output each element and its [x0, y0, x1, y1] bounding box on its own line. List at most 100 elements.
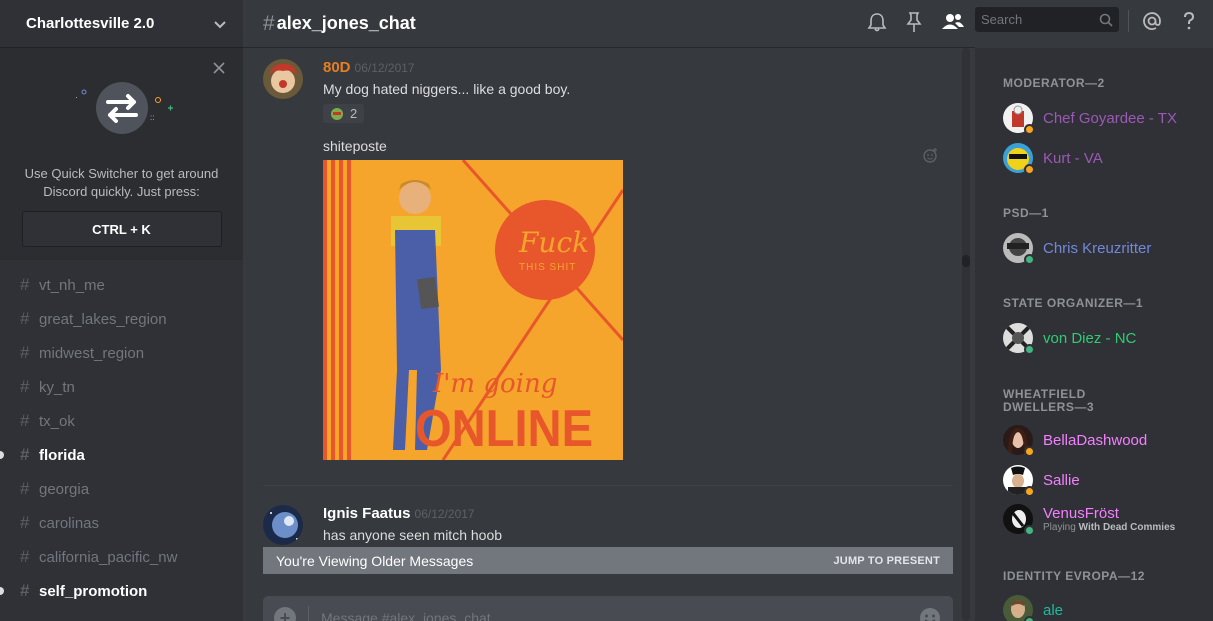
shortcut-key: CTRL + K: [21, 211, 222, 247]
channel-item[interactable]: # self_promotion: [0, 574, 243, 608]
role-header: IDENTITY EVROPA—12: [1003, 569, 1145, 583]
channel-item[interactable]: # vt_nh_me: [0, 268, 243, 302]
status-idle-icon: [1024, 486, 1035, 497]
member-name: BellaDashwood: [1043, 431, 1148, 449]
role-header: STATE ORGANIZER—1: [1003, 296, 1144, 310]
hash-icon: #: [20, 479, 30, 498]
member-list: MODERATOR—2 Chef Goyardee - TX Kurt - VA…: [975, 48, 1213, 621]
message: 80D 06/12/2017 My dog hated niggers... li…: [263, 59, 953, 460]
message-text: has anyone seen mitch hoob: [323, 527, 503, 543]
channel-item[interactable]: # tx_ok: [0, 404, 243, 438]
avatar: [1003, 143, 1035, 175]
member-item[interactable]: Chris Kreuzritter: [1003, 233, 1151, 265]
message-list[interactable]: 80D 06/12/2017 My dog hated niggers... li…: [243, 49, 975, 621]
status-online-icon: [1024, 254, 1035, 265]
role-header: WHEATFIELD DWELLERS—3: [1003, 388, 1094, 414]
channel-name: georgia: [39, 480, 90, 498]
quick-switcher-tip: · :: Use Quick Switcher to get around Di…: [0, 48, 243, 260]
pepe-emoji-icon: [331, 107, 343, 120]
message-divider: [263, 485, 953, 486]
member-item[interactable]: Sallie: [1003, 465, 1080, 497]
hash-icon: #: [20, 309, 30, 328]
member-name: ale: [1043, 601, 1064, 619]
jump-to-present-button[interactable]: JUMP TO PRESENT: [833, 555, 940, 567]
scrollbar-track[interactable]: [962, 48, 970, 621]
channel-name: ky_tn: [39, 378, 75, 396]
channel-item[interactable]: # georgia: [0, 472, 243, 506]
status-online-icon: [1024, 344, 1035, 355]
hash-icon: #: [20, 581, 30, 600]
avatar: [1003, 425, 1035, 457]
composer-divider: [308, 606, 309, 621]
avatar: [1003, 103, 1035, 135]
close-icon[interactable]: [213, 62, 225, 74]
member-item[interactable]: VenusFröst Playing With Dead Commies: [1003, 504, 1175, 536]
reaction-count: 2: [350, 106, 358, 121]
add-reaction-icon[interactable]: [923, 147, 939, 163]
emoji-picker-icon[interactable]: [919, 607, 941, 621]
channel-item[interactable]: # california_pacific_nw: [0, 540, 243, 574]
image-bottom-script: I'm going: [432, 369, 557, 399]
server-header[interactable]: Charlottesville 2.0: [0, 0, 243, 48]
quick-switcher-text-2: Discord quickly. Just press:: [43, 184, 200, 199]
message-timestamp: 06/12/2017: [414, 507, 475, 521]
hash-icon: #: [20, 343, 30, 362]
scrollbar-thumb[interactable]: [962, 255, 970, 267]
member-list-icon[interactable]: [940, 10, 966, 32]
avatar: [1003, 595, 1035, 621]
message-timestamp: 06/12/2017: [354, 61, 415, 75]
avatar[interactable]: [263, 505, 303, 545]
avatar[interactable]: [263, 59, 303, 99]
pin-icon[interactable]: [904, 11, 924, 33]
status-idle-icon: [1024, 446, 1035, 457]
channel-name: self_promotion: [39, 582, 148, 600]
status-online-icon: [1024, 525, 1035, 536]
mentions-icon[interactable]: [1142, 10, 1162, 32]
help-icon[interactable]: [1181, 10, 1197, 32]
channel-item[interactable]: # florida: [0, 438, 243, 472]
channel-item[interactable]: # great_lakes_region: [0, 302, 243, 336]
channel-name: vt_nh_me: [39, 276, 105, 294]
image-script-text: Fuck: [518, 226, 589, 259]
search-input[interactable]: [981, 12, 1091, 27]
member-item[interactable]: ale: [1003, 595, 1063, 621]
server-name: Charlottesville 2.0: [26, 15, 155, 32]
member-item[interactable]: von Diez - NC: [1003, 323, 1137, 355]
image-big-text: ONLINE: [415, 400, 593, 458]
member-name: VenusFröst: [1043, 505, 1119, 522]
channel-sidebar: Charlottesville 2.0 · :: Use Quick Switc…: [0, 0, 243, 621]
role-header-line: DWELLERS—3: [1003, 400, 1095, 414]
hash-icon: #: [20, 445, 30, 464]
member-activity: Playing With Dead Commies: [1043, 522, 1175, 533]
avatar: [1003, 233, 1035, 265]
reaction-button[interactable]: 2: [323, 104, 365, 123]
member-name: Chef Goyardee - TX: [1043, 109, 1177, 127]
svg-text:·: ·: [75, 92, 78, 102]
chevron-down-icon: [214, 20, 226, 28]
bell-icon[interactable]: [866, 11, 888, 33]
image-attachment[interactable]: Fuck THIS SHIT I'm going ONLINE: [323, 159, 623, 460]
channel-item[interactable]: # ky_tn: [0, 370, 243, 404]
avatar: [1003, 504, 1035, 536]
status-idle-icon: [1024, 124, 1035, 135]
message: Ignis Faatus 06/12/2017 has anyone seen m…: [263, 505, 953, 545]
message-input[interactable]: [321, 610, 919, 621]
member-item[interactable]: Kurt - VA: [1003, 143, 1103, 175]
channel-item[interactable]: # midwest_region: [0, 336, 243, 370]
message-author[interactable]: 80D: [323, 59, 351, 76]
member-name: von Diez - NC: [1043, 329, 1137, 347]
channel-item[interactable]: # carolinas: [0, 506, 243, 540]
hash-icon: #: [20, 275, 30, 294]
member-item[interactable]: BellaDashwood: [1003, 425, 1148, 457]
search-box[interactable]: [975, 7, 1119, 32]
activity-name: With Dead Commies: [1078, 522, 1176, 533]
channel-name: california_pacific_nw: [39, 548, 178, 566]
avatar: [1003, 465, 1035, 497]
channel-name: florida: [39, 446, 85, 464]
channel-name: great_lakes_region: [39, 310, 167, 328]
message-author[interactable]: Ignis Faatus: [323, 505, 411, 522]
channel-name: midwest_region: [39, 344, 145, 362]
upload-plus-icon[interactable]: +: [274, 607, 296, 621]
member-item[interactable]: Chef Goyardee - TX: [1003, 103, 1177, 135]
message-composer: +: [263, 596, 953, 621]
